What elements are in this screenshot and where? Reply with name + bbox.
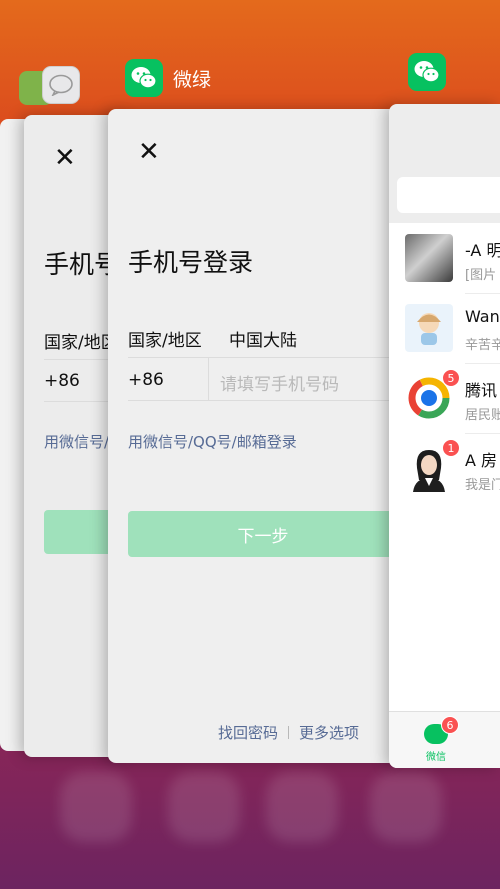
divider [208,358,209,400]
country-label: 国家/地区 [44,333,118,353]
chat-preview: 居民账 [465,408,500,423]
unread-badge: 5 [442,369,460,387]
close-icon[interactable]: ✕ [138,139,160,165]
login-card[interactable]: ✕ 手机号登录 国家/地区 中国大陆 +86 请填写手机号码 用微信号/QQ号/… [108,109,398,763]
app-name: 微绿 [173,68,212,91]
alt-login-link[interactable]: 用微信号/QQ号/邮箱登录 [128,431,297,452]
list-item[interactable]: 5 腾讯 居民账 [389,363,500,433]
forgot-password-link[interactable]: 找回密码 [218,722,278,743]
avatar [405,234,453,282]
background-app-icon [168,772,240,842]
country-label: 国家/地区 [128,331,202,351]
chat-name: Wan [465,307,500,326]
close-icon[interactable]: ✕ [54,145,76,171]
divider [128,400,398,401]
avatar [405,304,453,352]
country-code[interactable]: +86 [44,371,80,391]
country-code[interactable]: +86 [128,370,164,390]
background-app-icon [60,772,132,842]
background-app-icon [370,772,442,842]
wechat-icon[interactable] [125,59,163,97]
chat-name: -A 明 [465,241,500,260]
chat-name: A 房 [465,451,498,470]
divider [128,357,398,358]
list-item[interactable]: Wan 辛苦辛 [389,293,500,363]
tab-chats[interactable]: 6 微信 [419,716,459,764]
list-item[interactable]: 1 A 房 我是门 [389,433,500,503]
next-button[interactable]: 下一步 [128,511,398,557]
wechat-card[interactable]: -A 明 [图片 Wan 辛苦辛 5 腾讯 居民账 1 A 房 我是门 6 微信 [389,104,500,768]
list-item[interactable]: -A 明 [图片 [389,223,500,293]
bottom-links: 找回密码 更多选项 [218,722,359,743]
search-bar[interactable] [397,177,500,213]
chat-preview: 我是门 [465,478,500,493]
chat-list: -A 明 [图片 Wan 辛苦辛 5 腾讯 居民账 1 A 房 我是门 [389,223,500,711]
tab-label: 微信 [426,752,446,763]
phone-input[interactable]: 请填写手机号码 [220,370,339,395]
unread-badge: 1 [442,439,460,457]
background-app-icon [266,772,338,842]
country-value[interactable]: 中国大陆 [229,326,297,351]
unread-badge: 6 [441,716,459,734]
more-options-link[interactable]: 更多选项 [299,722,359,743]
chat-preview: [图片 [465,268,497,283]
wechat-icon[interactable] [408,53,446,91]
tab-bar: 6 微信 [389,711,500,768]
app-label[interactable]: 微绿 [125,59,211,97]
separator [288,726,290,739]
chat-name: 腾讯 [465,381,498,400]
chat-preview: 辛苦辛 [465,338,500,353]
messages-app-icon[interactable] [42,66,80,104]
page-title: 手机号登录 [128,248,254,277]
